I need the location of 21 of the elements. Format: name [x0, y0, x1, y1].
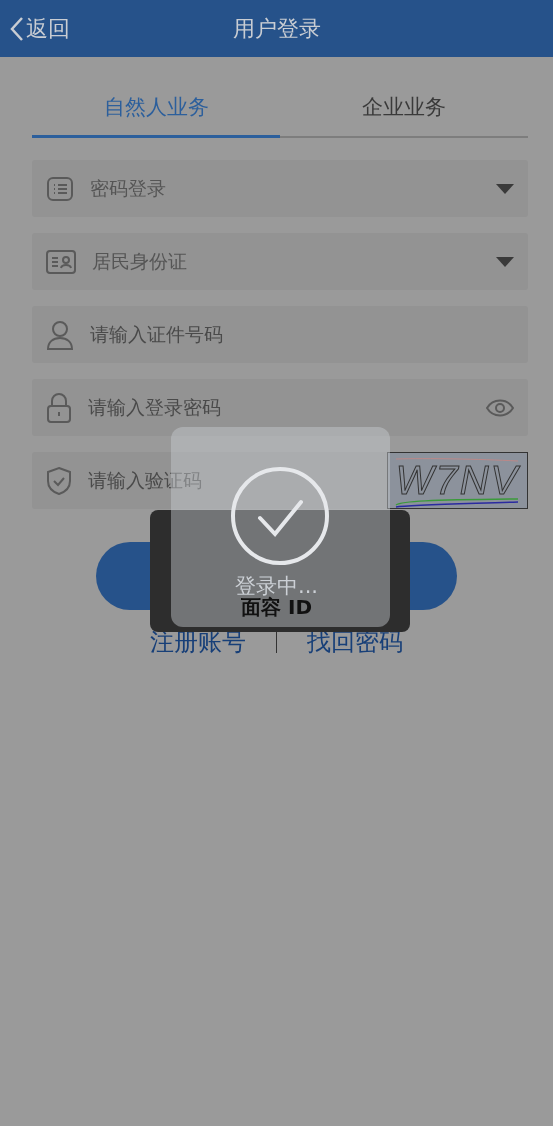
tab[interactable]: 企业业务: [280, 81, 528, 138]
caret-icon: [496, 183, 514, 194]
person-icon: [46, 319, 74, 350]
id-card-icon: [46, 248, 76, 275]
dropdown-field[interactable]: 密码登录: [32, 160, 528, 217]
password-field[interactable]: 请输入登录密码: [32, 379, 528, 436]
tab[interactable]: 自然人业务: [32, 81, 280, 138]
shield-icon: [46, 465, 72, 496]
dropdown-field[interactable]: 居民身份证: [32, 233, 528, 290]
loading-text: 登录中...: [235, 573, 318, 598]
chevron-left-icon: [10, 15, 24, 42]
face-id-label: 面容 ID: [241, 595, 312, 621]
page-title: 用户登录: [232, 15, 321, 41]
checkmark-circle-icon: [230, 466, 330, 566]
list-icon: [46, 174, 74, 203]
caret-icon: [496, 256, 514, 267]
input-field[interactable]: 请输入证件号码: [32, 306, 528, 363]
captcha-image[interactable]: W7NV: [387, 452, 528, 509]
lock-icon: [46, 392, 72, 423]
back-button[interactable]: 返回: [10, 13, 70, 44]
eye-icon[interactable]: [486, 398, 514, 417]
